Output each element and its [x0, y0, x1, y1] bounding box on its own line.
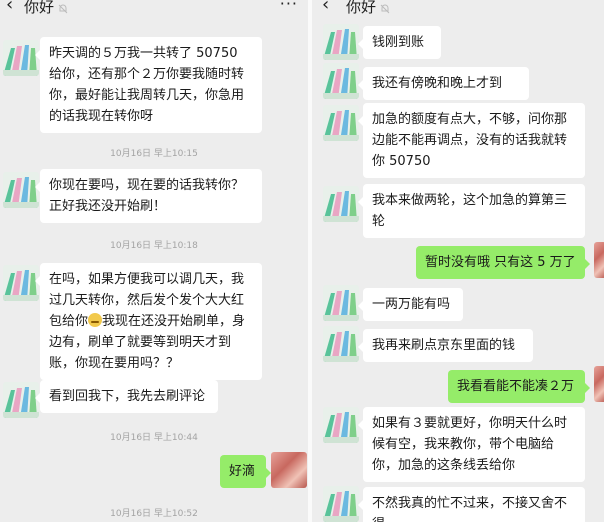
avatar[interactable] — [3, 172, 39, 208]
more-dots-icon[interactable]: ··· — [280, 0, 298, 13]
timestamp: 10月16日 早上10:15 — [110, 149, 198, 159]
avatar[interactable] — [323, 63, 359, 99]
message-bubble[interactable]: 一两万能有吗 — [358, 288, 463, 321]
chat-header: ‹ 你好 — [312, 0, 604, 17]
message-bubble[interactable]: 昨天调的５万我一共转了 50750 给你，还有那个２万你要我随时转你，最好能让我… — [35, 37, 262, 133]
message-bubble-outgoing[interactable]: 好滴 — [220, 455, 271, 488]
avatar[interactable] — [3, 40, 39, 76]
timestamp: 10月16日 早上10:52 — [110, 509, 198, 519]
message-bubble[interactable]: 如果有３要就更好，你明天什么时候有空，我来教你，带个电脑给你，加急的这条线丢给你 — [358, 407, 585, 482]
chat-panel-right: ‹ 你好 钱刚到账 我还有傍晚和晚上才到 加急的额度有点大，不够，问你那边能不能… — [312, 0, 604, 522]
chat-title: 你好 — [346, 0, 377, 16]
smile-emoji-icon — [88, 313, 103, 327]
mute-bell-icon — [58, 0, 68, 14]
avatar[interactable] — [323, 486, 359, 522]
message-bubble[interactable]: 看到回我下，我先去刷评论 — [35, 380, 218, 413]
message-bubble[interactable]: 我再来刷点京东里面的钱 — [358, 329, 533, 362]
timestamp: 10月16日 早上10:18 — [110, 241, 198, 251]
chat-title: 你好 — [24, 0, 55, 16]
avatar[interactable] — [323, 186, 359, 222]
avatar[interactable] — [323, 407, 359, 443]
message-bubble[interactable]: 你现在要吗，现在要的话我转你？正好我还没开始刷！ — [35, 169, 262, 223]
message-bubble[interactable]: 我本来做两轮，这个加急的算第三轮 — [358, 184, 585, 238]
back-arrow-icon[interactable]: ‹ — [322, 0, 329, 15]
avatar[interactable] — [323, 24, 359, 60]
message-bubble[interactable]: 在吗，如果方便我可以调几天，我过几天转你，然后发个发个大大红包给你 我现在还没开始… — [35, 263, 262, 380]
avatar[interactable] — [323, 285, 359, 321]
message-bubble[interactable]: 钱刚到账 — [358, 26, 441, 59]
self-avatar[interactable] — [271, 452, 307, 488]
mute-bell-icon — [380, 0, 390, 14]
message-bubble[interactable]: 加急的额度有点大，不够，问你那边能不能再调点，没有的话我就转你 50750 — [358, 103, 585, 178]
back-arrow-icon[interactable]: ‹ — [6, 0, 13, 15]
message-bubble-outgoing[interactable]: 暂时没有哦 只有这 5 万了 — [416, 246, 590, 279]
avatar[interactable] — [3, 265, 39, 301]
chat-header: ‹ 你好 ··· — [0, 0, 308, 17]
avatar[interactable] — [3, 382, 39, 418]
avatar[interactable] — [323, 105, 359, 141]
avatar[interactable] — [323, 326, 359, 362]
self-avatar[interactable] — [594, 366, 604, 402]
message-bubble-outgoing[interactable]: 我看看能不能凑２万 — [448, 370, 590, 403]
chat-panel-left: ‹ 你好 ··· 昨天调的５万我一共转了 50750 给你，还有那个２万你要我随… — [0, 0, 308, 522]
message-bubble[interactable]: 不然我真的忙不过来，不接又舍不得 — [358, 487, 585, 522]
timestamp: 10月16日 早上10:44 — [110, 433, 198, 443]
message-bubble[interactable]: 我还有傍晚和晚上才到 — [358, 67, 529, 100]
self-avatar[interactable] — [594, 242, 604, 278]
